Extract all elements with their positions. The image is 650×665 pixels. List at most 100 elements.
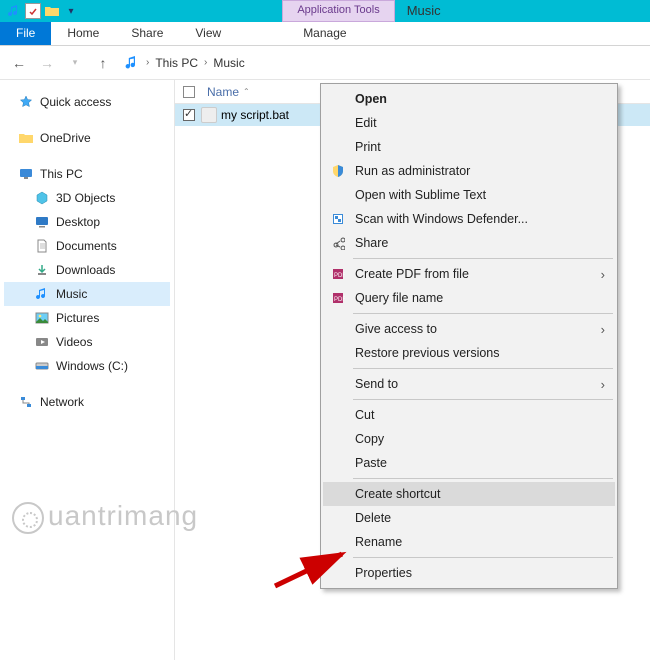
- title-bar: ▾ Application Tools Music: [0, 0, 650, 22]
- select-all-checkbox[interactable]: [183, 86, 195, 98]
- tab-file[interactable]: File: [0, 22, 51, 45]
- menu-send-to[interactable]: Send to ›: [323, 372, 615, 396]
- menu-paste[interactable]: Paste: [323, 451, 615, 475]
- folder-icon: [18, 130, 34, 146]
- column-name[interactable]: Name⌃: [195, 85, 335, 99]
- share-icon: [330, 235, 346, 251]
- menu-properties[interactable]: Properties: [323, 561, 615, 585]
- file-checkbox[interactable]: [183, 109, 195, 121]
- chevron-right-icon: ›: [601, 322, 605, 337]
- chevron-right-icon: ›: [601, 267, 605, 282]
- file-list-pane: Name⌃ # Title Contributing my script.bat…: [175, 80, 650, 660]
- sidebar-item-label: Documents: [56, 239, 117, 253]
- sidebar-item-label: OneDrive: [40, 131, 91, 145]
- ribbon-tabs: File Home Share View Manage: [0, 22, 650, 46]
- video-icon: [34, 334, 50, 350]
- properties-icon[interactable]: [25, 3, 41, 19]
- sidebar-item-label: Network: [40, 395, 84, 409]
- sidebar-item-downloads[interactable]: Downloads: [4, 258, 170, 282]
- sidebar-item-this-pc[interactable]: This PC: [4, 162, 170, 186]
- back-button[interactable]: ←: [8, 52, 30, 74]
- tab-home[interactable]: Home: [51, 22, 115, 45]
- menu-cut[interactable]: Cut: [323, 403, 615, 427]
- sidebar-item-quick-access[interactable]: Quick access: [4, 90, 170, 114]
- cube-icon: [34, 190, 50, 206]
- menu-open[interactable]: Open: [323, 87, 615, 111]
- nav-bar: ← → ▾ ↑ › This PC › Music: [0, 46, 650, 80]
- sidebar-item-label: Quick access: [40, 95, 111, 109]
- context-tab-application-tools[interactable]: Application Tools: [282, 0, 394, 22]
- tab-manage[interactable]: Manage: [287, 22, 362, 45]
- music-icon: [6, 3, 22, 19]
- menu-separator: [353, 478, 613, 479]
- menu-rename[interactable]: Rename: [323, 530, 615, 554]
- monitor-icon: [18, 166, 34, 182]
- star-icon: [18, 94, 34, 110]
- menu-query-file-name[interactable]: PDF Query file name: [323, 286, 615, 310]
- menu-restore-previous[interactable]: Restore previous versions: [323, 341, 615, 365]
- svg-text:PDF: PDF: [334, 297, 345, 303]
- document-icon: [34, 238, 50, 254]
- context-menu: Open Edit Print Run as administrator Ope…: [320, 83, 618, 589]
- menu-run-as-admin[interactable]: Run as administrator: [323, 159, 615, 183]
- sidebar-item-windows-c[interactable]: Windows (C:): [4, 354, 170, 378]
- menu-share[interactable]: Share: [323, 231, 615, 255]
- music-icon: [124, 55, 140, 71]
- sidebar-item-3d-objects[interactable]: 3D Objects: [4, 186, 170, 210]
- sidebar-item-label: 3D Objects: [56, 191, 115, 205]
- menu-delete[interactable]: Delete: [323, 506, 615, 530]
- breadcrumb-music[interactable]: Music: [213, 56, 244, 70]
- chevron-right-icon[interactable]: ›: [204, 57, 207, 68]
- recent-dropdown[interactable]: ▾: [64, 52, 86, 74]
- tab-share[interactable]: Share: [115, 22, 179, 45]
- sidebar-item-label: This PC: [40, 167, 83, 181]
- network-icon: [18, 394, 34, 410]
- sidebar-item-label: Videos: [56, 335, 92, 349]
- download-icon: [34, 262, 50, 278]
- menu-give-access-to[interactable]: Give access to ›: [323, 317, 615, 341]
- menu-print[interactable]: Print: [323, 135, 615, 159]
- chevron-right-icon[interactable]: ›: [146, 57, 149, 68]
- breadcrumb-this-pc[interactable]: This PC: [155, 56, 198, 70]
- file-name: my script.bat: [221, 108, 289, 122]
- tab-view[interactable]: View: [179, 22, 237, 45]
- picture-icon: [34, 310, 50, 326]
- new-folder-icon[interactable]: [44, 3, 60, 19]
- sidebar-item-onedrive[interactable]: OneDrive: [4, 126, 170, 150]
- window-title: Music: [395, 0, 453, 22]
- menu-create-shortcut[interactable]: Create shortcut: [323, 482, 615, 506]
- sidebar-item-label: Music: [56, 287, 87, 301]
- quick-access-toolbar: ▾: [0, 0, 85, 22]
- chevron-right-icon: ›: [601, 377, 605, 392]
- menu-separator: [353, 368, 613, 369]
- up-button[interactable]: ↑: [92, 52, 114, 74]
- sidebar-item-pictures[interactable]: Pictures: [4, 306, 170, 330]
- sidebar-item-videos[interactable]: Videos: [4, 330, 170, 354]
- menu-open-with-sublime[interactable]: Open with Sublime Text: [323, 183, 615, 207]
- svg-text:PDF: PDF: [334, 273, 345, 279]
- sidebar-item-label: Downloads: [56, 263, 115, 277]
- menu-separator: [353, 557, 613, 558]
- menu-create-pdf[interactable]: PDF Create PDF from file ›: [323, 262, 615, 286]
- music-icon: [34, 286, 50, 302]
- sidebar-item-desktop[interactable]: Desktop: [4, 210, 170, 234]
- menu-separator: [353, 399, 613, 400]
- sidebar-item-network[interactable]: Network: [4, 390, 170, 414]
- sidebar-item-music[interactable]: Music: [4, 282, 170, 306]
- breadcrumb[interactable]: › This PC › Music: [124, 55, 245, 71]
- qat-dropdown-icon[interactable]: ▾: [63, 3, 79, 19]
- desktop-icon: [34, 214, 50, 230]
- sidebar-item-documents[interactable]: Documents: [4, 234, 170, 258]
- bat-file-icon: [201, 107, 217, 123]
- drive-icon: [34, 358, 50, 374]
- sort-caret-icon: ⌃: [243, 87, 250, 96]
- sidebar-item-label: Windows (C:): [56, 359, 128, 373]
- menu-edit[interactable]: Edit: [323, 111, 615, 135]
- forward-button[interactable]: →: [36, 52, 58, 74]
- defender-icon: [330, 211, 346, 227]
- pdf-icon: PDF: [330, 266, 346, 282]
- menu-scan-defender[interactable]: Scan with Windows Defender...: [323, 207, 615, 231]
- shield-icon: [330, 163, 346, 179]
- menu-copy[interactable]: Copy: [323, 427, 615, 451]
- menu-separator: [353, 258, 613, 259]
